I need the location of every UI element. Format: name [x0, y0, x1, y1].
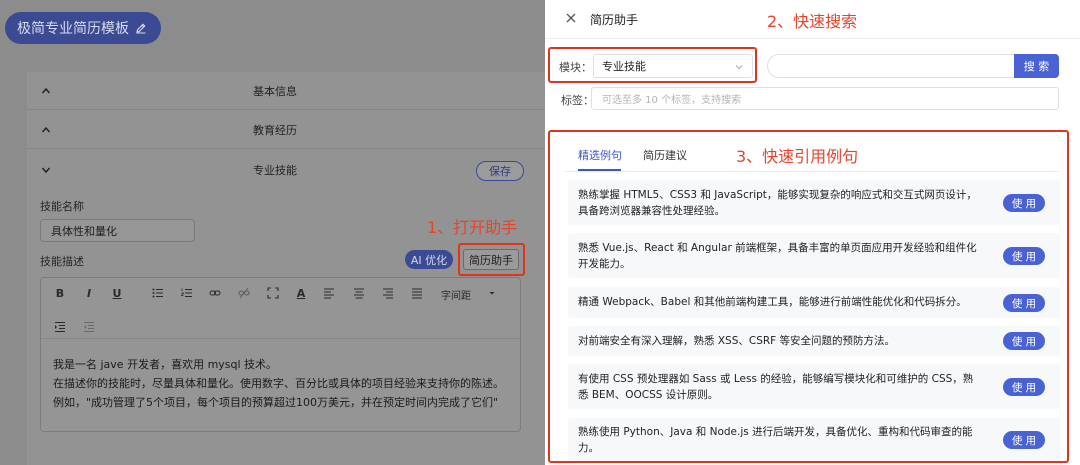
edit-icon	[136, 23, 146, 34]
search-button[interactable]: 搜 索	[1014, 54, 1059, 78]
unlink-icon[interactable]	[237, 286, 251, 300]
letter-spacing-select[interactable]: 字间距	[441, 287, 471, 302]
bullet-list-icon[interactable]	[151, 286, 165, 300]
editor-divider	[41, 338, 520, 339]
chevron-down-icon	[41, 167, 51, 174]
align-center-icon[interactable]	[352, 286, 366, 300]
underline-icon[interactable]: U	[110, 286, 124, 300]
active-tab-indicator	[578, 169, 621, 171]
link-icon[interactable]	[208, 286, 222, 300]
ai-optimize-button[interactable]: AI 优化	[405, 250, 453, 269]
drawer-title: 简历助手	[590, 13, 639, 27]
outdent-icon[interactable]	[82, 320, 96, 334]
section-label: 基本信息	[253, 84, 297, 98]
use-button[interactable]: 使 用	[1003, 378, 1045, 396]
use-button[interactable]: 使 用	[1003, 294, 1045, 312]
module-label: 模块：	[559, 61, 592, 74]
sentence-item: 对前端安全有深入理解，熟悉 XSS、CSRF 等安全问题的预防方法。 使 用	[568, 326, 1060, 356]
fullscreen-icon[interactable]	[266, 286, 280, 300]
chevron-down-icon	[735, 65, 743, 70]
editor-content[interactable]: 我是一名 jave 开发者，喜欢用 mysql 技术。 在描述你的技能时，尽量具…	[53, 355, 513, 412]
use-button[interactable]: 使 用	[1003, 332, 1045, 350]
editor-line: 我是一名 jave 开发者，喜欢用 mysql 技术。	[53, 358, 278, 371]
module-select-value: 专业技能	[602, 60, 646, 73]
section-basic-info[interactable]: 基本信息	[27, 72, 545, 110]
sentence-item: 有使用 CSS 预处理器如 Sass 或 Less 的经验，能够编写模块化和可维…	[568, 364, 1060, 409]
sentence-item: 熟练掌握 HTML5、CSS3 和 JavaScript，能够实现复杂的响应式和…	[568, 180, 1060, 225]
section-label: 专业技能	[253, 164, 297, 177]
chevron-up-icon	[41, 126, 51, 132]
sentence-item: 精通 Webpack、Babel 和其他前端构建工具，能够进行前端性能优化和代码…	[568, 287, 1060, 318]
section-skills[interactable]: 专业技能	[27, 151, 545, 189]
indent-icon[interactable]	[53, 320, 67, 334]
rich-text-editor[interactable]: B I U A 字间距 我是一名 jave 开发者，喜欢用 mysql 技术。 …	[40, 277, 521, 432]
numbered-list-icon[interactable]	[180, 286, 194, 300]
tab-featured-sentences[interactable]: 精选例句	[578, 147, 622, 163]
tags-label: 标签：	[561, 94, 594, 107]
sentence-item: 熟悉 Vue.js、React 和 Angular 前端框架，具备丰富的单页面应…	[568, 233, 1060, 278]
use-button[interactable]: 使 用	[1003, 431, 1045, 449]
tabs-divider	[565, 171, 1060, 172]
annotation-step2: 2、快速搜索	[767, 12, 858, 31]
sentence-text: 有使用 CSS 预处理器如 Sass 或 Less 的经验，能够编写模块化和可维…	[578, 373, 974, 401]
editor-line: 在描述你的技能时，尽量具体和量化。使用数字、百分比或具体的项目经验来支持你的陈述…	[53, 377, 504, 390]
sentence-text: 熟练使用 Python、Java 和 Node.js 进行后端开发，具备优化、重…	[578, 426, 973, 454]
use-button[interactable]: 使 用	[1003, 247, 1045, 265]
italic-icon[interactable]: I	[82, 286, 96, 300]
bold-icon[interactable]: B	[53, 286, 67, 300]
sentence-item: 熟练使用 Python、Java 和 Node.js 进行后端开发，具备优化、重…	[568, 418, 1060, 460]
sentence-text: 熟悉 Vue.js、React 和 Angular 前端框架，具备丰富的单页面应…	[578, 242, 977, 270]
sentence-text: 对前端安全有深入理解，熟悉 XSS、CSRF 等安全问题的预防方法。	[578, 335, 896, 347]
skill-name-input[interactable]: 具体性和量化	[40, 219, 195, 242]
align-right-icon[interactable]	[381, 286, 395, 300]
annotation-step3: 3、快速引用例句	[736, 147, 859, 166]
editor-line: 例如，"成功管理了5个项目，每个项目的预算超过100万美元，并在预定时间内完成了…	[53, 396, 499, 409]
tags-input[interactable]: 可选至多 10 个标签，支持搜索	[591, 87, 1059, 110]
annotation-step1: 1、打开助手	[427, 218, 518, 237]
skill-name-label: 技能名称	[40, 200, 84, 213]
sentence-text: 熟练掌握 HTML5、CSS3 和 JavaScript，能够实现复杂的响应式和…	[578, 189, 977, 217]
chevron-up-icon	[41, 87, 51, 93]
resume-helper-drawer: 简历助手 2、快速搜索 模块： 专业技能 搜 索 标签： 可选至多 10 个标签…	[545, 0, 1080, 465]
section-label: 教育经历	[253, 123, 297, 137]
close-icon[interactable]	[564, 11, 578, 25]
font-color-icon[interactable]: A	[294, 286, 308, 300]
align-justify-icon[interactable]	[410, 286, 424, 300]
caret-down-icon[interactable]	[485, 286, 499, 300]
module-select[interactable]: 专业技能	[593, 54, 753, 78]
section-education[interactable]: 教育经历	[27, 111, 545, 149]
annotation-highlight-helper	[458, 243, 525, 276]
tab-resume-suggestions[interactable]: 简历建议	[643, 147, 687, 163]
align-left-icon[interactable]	[322, 286, 336, 300]
search-input[interactable]	[767, 54, 1015, 78]
template-title: 极简专业简历模板	[17, 21, 129, 37]
template-title-button[interactable]: 极简专业简历模板	[5, 12, 161, 44]
save-button[interactable]: 保存	[476, 161, 524, 181]
skill-desc-label: 技能描述	[40, 255, 84, 268]
sentence-text: 精通 Webpack、Babel 和其他前端构建工具，能够进行前端性能优化和代码…	[578, 296, 967, 308]
use-button[interactable]: 使 用	[1003, 194, 1045, 212]
